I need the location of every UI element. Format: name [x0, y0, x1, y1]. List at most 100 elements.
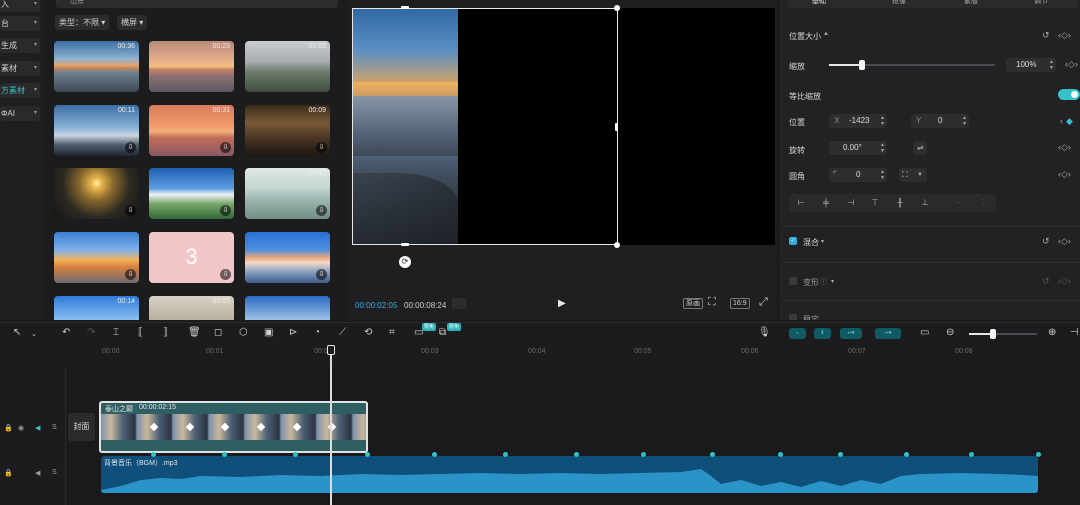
timecode-toggle-icon[interactable]: [452, 298, 466, 309]
split-right-icon[interactable]: ⟧: [163, 327, 168, 338]
download-icon[interactable]: ⇩: [125, 205, 136, 216]
download-icon[interactable]: ⇩: [316, 142, 327, 153]
distribute-h-icon[interactable]: ⋯: [950, 196, 968, 210]
media-thumbnail[interactable]: 00:05: [149, 296, 234, 320]
main-track-magnet-toggle[interactable]: ⇔: [789, 328, 806, 339]
speaker-icon[interactable]: ◀: [35, 469, 40, 477]
media-thumbnail[interactable]: ⇩: [54, 232, 139, 283]
preview-axis-toggle[interactable]: ⇿▾: [875, 328, 901, 339]
corner-mode-dropdown[interactable]: ⛶ ▼: [899, 168, 927, 182]
download-icon[interactable]: ⇩: [316, 269, 327, 280]
lock-icon[interactable]: 🔒: [4, 469, 13, 477]
play-icon[interactable]: ▶: [558, 298, 566, 309]
align-top-icon[interactable]: ⊤: [866, 196, 884, 210]
playhead-handle[interactable]: [327, 345, 335, 355]
download-icon[interactable]: ⇩: [220, 269, 231, 280]
keyframe-prev-icon[interactable]: ‹: [1060, 116, 1063, 126]
resize-handle-top-right[interactable]: [614, 5, 620, 11]
tab-adjust[interactable]: 调节: [1034, 0, 1048, 6]
beat-marker[interactable]: [574, 452, 579, 457]
stepper-icon[interactable]: ▲ ▼: [962, 115, 967, 127]
reset-icon[interactable]: ↺: [1042, 236, 1050, 247]
beat-marker[interactable]: [904, 452, 909, 457]
align-bottom-icon[interactable]: ⊥: [916, 196, 934, 210]
media-thumbnail[interactable]: 00:11 ⇩: [54, 105, 139, 156]
resize-handle-top[interactable]: [401, 6, 409, 9]
split-left-icon[interactable]: ⟦: [138, 327, 143, 338]
beat-marker[interactable]: [641, 452, 646, 457]
stepper-icon[interactable]: ▲ ▼: [880, 142, 885, 154]
stepper-icon[interactable]: ▲ ▼: [1049, 59, 1054, 71]
media-thumbnail[interactable]: [245, 296, 330, 320]
eye-icon[interactable]: ◉: [18, 424, 24, 432]
download-icon[interactable]: ⇩: [125, 142, 136, 153]
keyframe-icon[interactable]: ‹◇›: [1058, 276, 1071, 287]
chevron-down-icon[interactable]: ▾: [831, 278, 834, 285]
sidebar-item-material[interactable]: 素材 ▾: [0, 61, 40, 76]
download-icon[interactable]: ⇩: [316, 205, 327, 216]
mirror-icon[interactable]: ⟋: [339, 327, 346, 338]
align-center-v-icon[interactable]: ╫: [891, 196, 909, 210]
position-x-input[interactable]: X -1423 ▲ ▼: [829, 114, 887, 128]
lock-icon[interactable]: 🔒: [4, 424, 13, 432]
keyframe-icon[interactable]: ‹◇›: [1058, 236, 1071, 247]
scale-slider-track[interactable]: [829, 64, 995, 66]
media-thumbnail[interactable]: 00:14: [54, 296, 139, 320]
download-icon[interactable]: ⇩: [125, 269, 136, 280]
quality-button[interactable]: 原画: [683, 298, 703, 309]
rotate-icon[interactable]: ⟲: [364, 327, 372, 338]
aspect-ratio-button[interactable]: 16:9: [730, 298, 750, 309]
crop-icon[interactable]: ⌗: [389, 327, 395, 338]
flip-button[interactable]: ⇌: [913, 141, 927, 155]
select-tool-icon[interactable]: ↖: [13, 327, 21, 338]
search-input[interactable]: 山景: [56, 0, 338, 8]
freeze-icon[interactable]: ▣: [264, 327, 273, 338]
media-thumbnail[interactable]: 3 ⇩: [149, 232, 234, 283]
resize-handle-bottom[interactable]: [401, 243, 409, 246]
distribute-v-icon[interactable]: ⋮: [974, 196, 992, 210]
beat-marker[interactable]: [838, 452, 843, 457]
beat-marker[interactable]: [969, 452, 974, 457]
tab-basic[interactable]: 基础: [812, 0, 826, 6]
reset-icon[interactable]: ↺: [1042, 276, 1050, 287]
scale-input[interactable]: 100% ▲ ▼: [1006, 58, 1056, 72]
position-y-input[interactable]: Y 0 ▲ ▼: [911, 114, 969, 128]
microphone-icon[interactable]: 🎙: [758, 327, 771, 338]
media-thumbnail[interactable]: ⇩: [245, 232, 330, 283]
linkage-toggle[interactable]: ⇿▾: [840, 328, 862, 339]
keyframe-icon[interactable]: ‹◇›: [1058, 142, 1071, 153]
type-filter-dropdown[interactable]: 类型：不限 ▾: [55, 15, 110, 30]
fullscreen-icon[interactable]: ⤢: [759, 296, 768, 309]
align-center-h-icon[interactable]: ╪: [817, 196, 835, 210]
beat-marker[interactable]: [432, 452, 437, 457]
beat-marker[interactable]: [778, 452, 783, 457]
shield-icon[interactable]: ⬡: [239, 327, 248, 338]
fit-timeline-icon[interactable]: ⊣: [1070, 327, 1079, 338]
media-thumbnail[interactable]: 00:36: [54, 41, 139, 92]
beat-marker[interactable]: [503, 452, 508, 457]
keyframe-icon[interactable]: ‹◇›: [1065, 59, 1078, 70]
download-icon[interactable]: ⇩: [220, 205, 231, 216]
rotate-input[interactable]: 0.00° ▲ ▼: [829, 141, 887, 155]
stabilize-checkbox[interactable]: [789, 314, 797, 320]
scale-slider-thumb[interactable]: [859, 60, 865, 70]
sidebar-item-1[interactable]: 台 ▾: [0, 16, 40, 31]
uniform-scale-toggle[interactable]: [1058, 89, 1080, 100]
stepper-icon[interactable]: ▲ ▼: [880, 115, 885, 127]
media-thumbnail[interactable]: 00:23: [149, 41, 234, 92]
zoom-slider-track[interactable]: [969, 333, 1037, 335]
playhead[interactable]: [330, 346, 332, 505]
keyframe-nav-icon[interactable]: ‹◇›: [1058, 30, 1071, 41]
cover-button[interactable]: 封面: [68, 413, 95, 441]
media-thumbnail[interactable]: 00:10 ⇩: [245, 168, 330, 219]
chevron-down-icon[interactable]: ▾: [821, 238, 824, 245]
audio-clip[interactable]: 背景音乐（BGM）.mp3: [101, 456, 1038, 493]
download-icon[interactable]: ⇩: [220, 142, 231, 153]
delete-icon[interactable]: 🗑: [188, 327, 201, 338]
beat-marker[interactable]: [293, 452, 298, 457]
media-thumbnail[interactable]: 00:31 ⇩: [149, 105, 234, 156]
tab-cutout[interactable]: 抠像: [892, 0, 906, 6]
reverse-icon[interactable]: ⊳: [289, 327, 297, 338]
rotate-handle-icon[interactable]: ⟳: [399, 256, 411, 268]
align-right-icon[interactable]: ⊣: [842, 196, 860, 210]
